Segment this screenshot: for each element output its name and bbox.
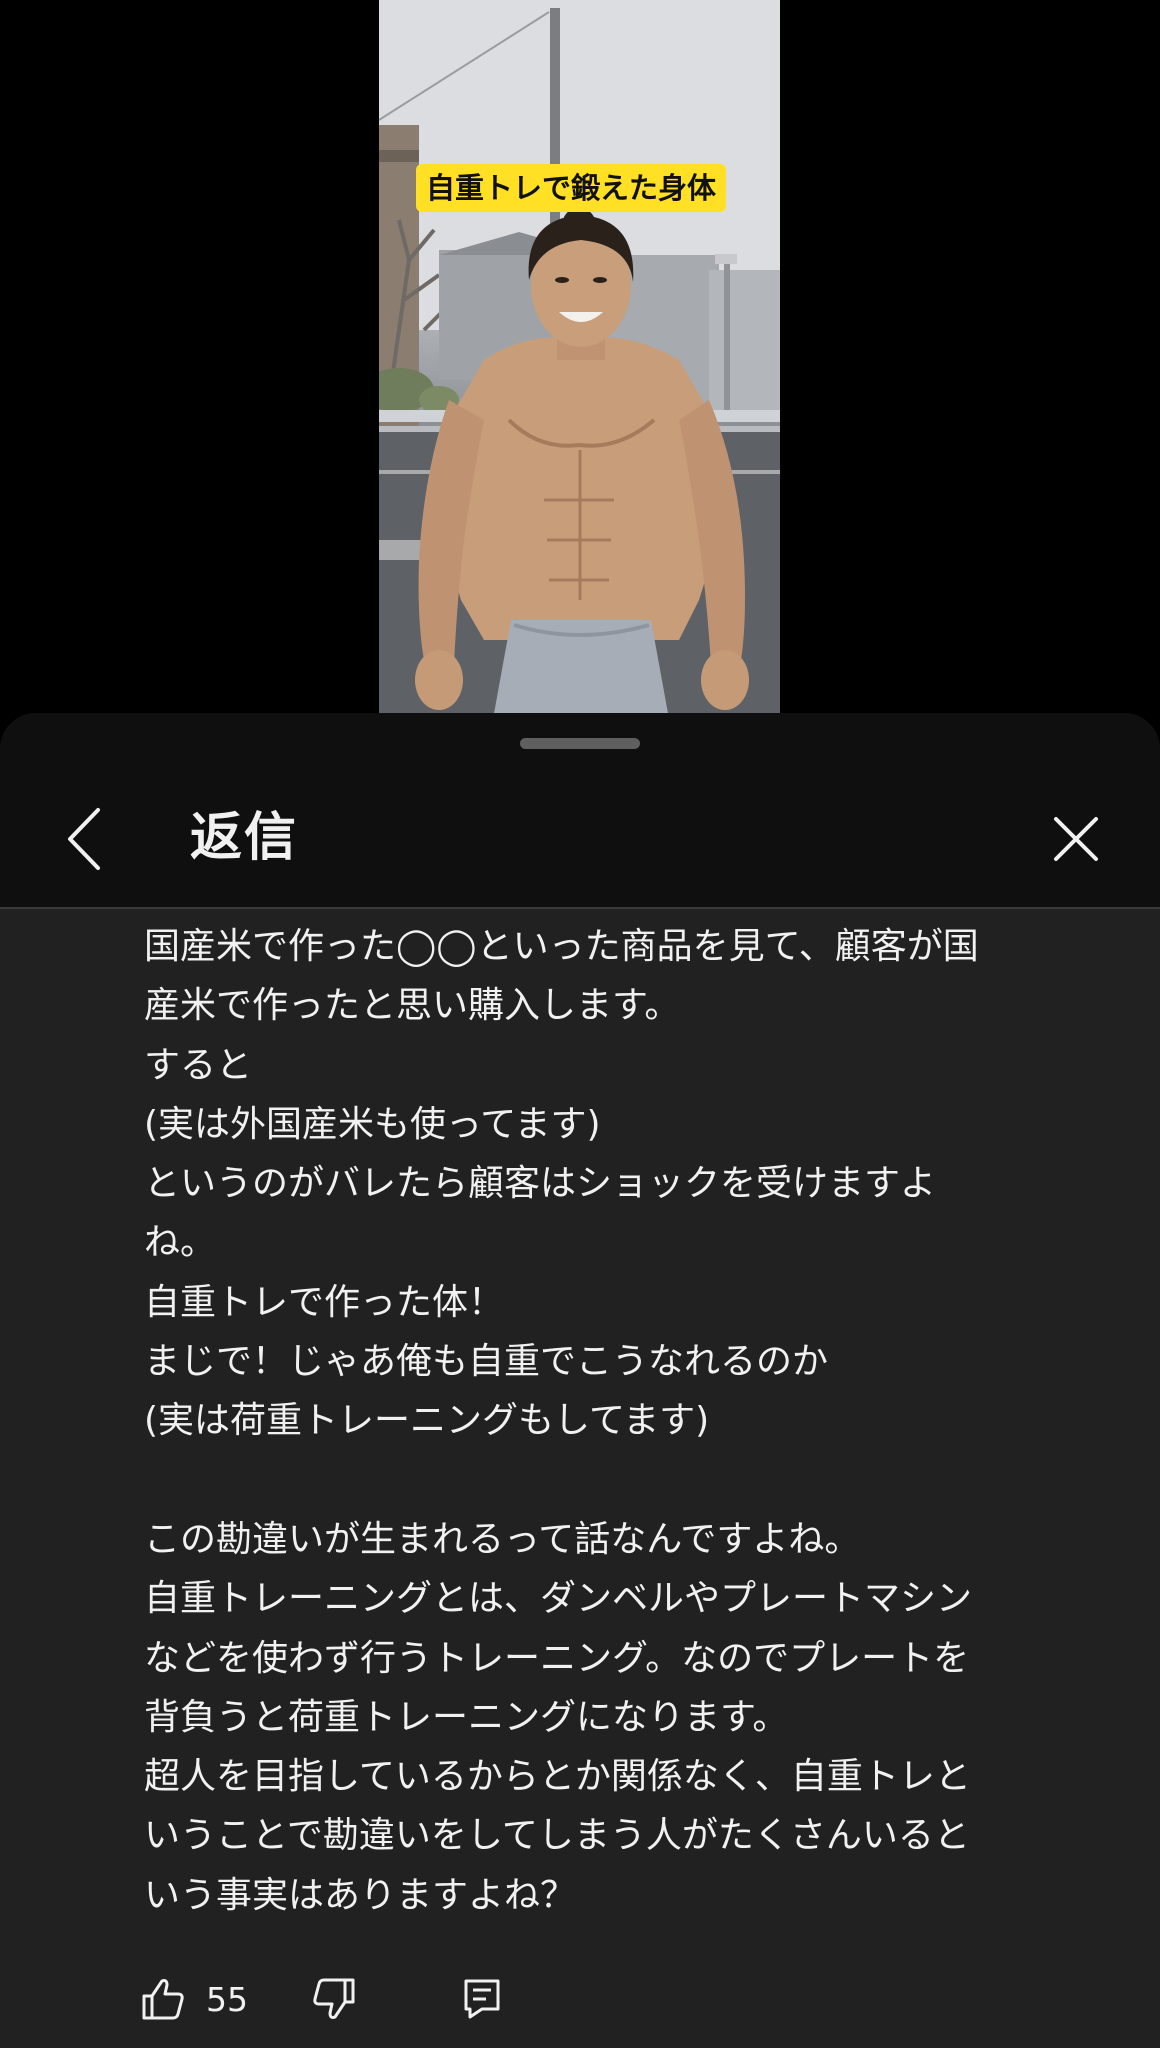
comment-line: 背負うと荷重トレーニングになります。 [144,1696,789,1738]
comment-line: などを使わず行うトレーニング。なのでプレートを [144,1637,970,1679]
comment-line: 超人を目指しているからとか関係なく、自重トレと [144,1756,971,1798]
reply-button[interactable] [454,1967,510,2031]
comment-line: (実は外国産米も使ってます) [144,1103,601,1145]
comment-line: すると [144,1044,253,1086]
video-frame[interactable]: 自重トレで鍛えた身体 [379,0,780,730]
comment-line: というのがバレたら顧客はショックを受けますよ [144,1163,937,1205]
sheet-header: 返信 [0,713,1160,909]
comment-line: 自重トレで作った体！ [144,1281,505,1323]
thumbs-up-icon [142,1979,184,2020]
app-screen: 自重トレで鍛えた身体 返信 国産米で作った◯◯といった商品を見て、顧客が国 産米… [0,0,1160,2048]
comment-line: まじで！じゃあ俺も自重でこうなれるのか [144,1341,829,1383]
close-button[interactable] [1036,799,1116,879]
thumbs-down-icon [313,1978,355,2019]
back-button[interactable] [44,799,124,879]
video-thumbnail-image [379,0,780,730]
comment-line: ね。 [144,1222,217,1264]
comment-action-bar: 55 [0,1963,1160,2048]
video-player[interactable]: 自重トレで鍛えた身体 [0,0,1160,730]
comment-line: 自重トレーニングとは、ダンベルやプレートマシン [144,1578,973,1620]
comment-line: 国産米で作った◯◯といった商品を見て、顧客が国 [144,926,979,967]
comment-line: この勘違いが生まれるって話なんですよね。 [144,1518,861,1560]
like-button[interactable]: 55 [140,1967,248,2031]
comment-line [144,1451,1054,1510]
chevron-left-icon [68,808,100,870]
comment-text: 国産米で作った◯◯といった商品を見て、顧客が国 産米で作ったと思い購入します。 … [144,917,1054,1925]
comment-line: 産米で作ったと思い購入します。 [144,985,681,1027]
dislike-button[interactable] [306,1967,362,2031]
replies-sheet: 返信 国産米で作った◯◯といった商品を見て、顧客が国 産米で作ったと思い購入しま… [0,713,1160,2048]
comment-line: いう事実はありますよね？ [144,1874,577,1916]
drag-handle[interactable] [520,738,640,749]
comment-line: (実は荷重トレーニングもしてます) [144,1400,710,1442]
reply-comment-icon [464,1979,500,2019]
comment-line: いうことで勘違いをしてしまう人がたくさんいると [144,1815,970,1857]
sheet-title: 返信 [190,808,299,868]
like-count: 55 [206,1979,248,2019]
close-icon [1054,817,1098,861]
video-caption: 自重トレで鍛えた身体 [416,164,727,212]
